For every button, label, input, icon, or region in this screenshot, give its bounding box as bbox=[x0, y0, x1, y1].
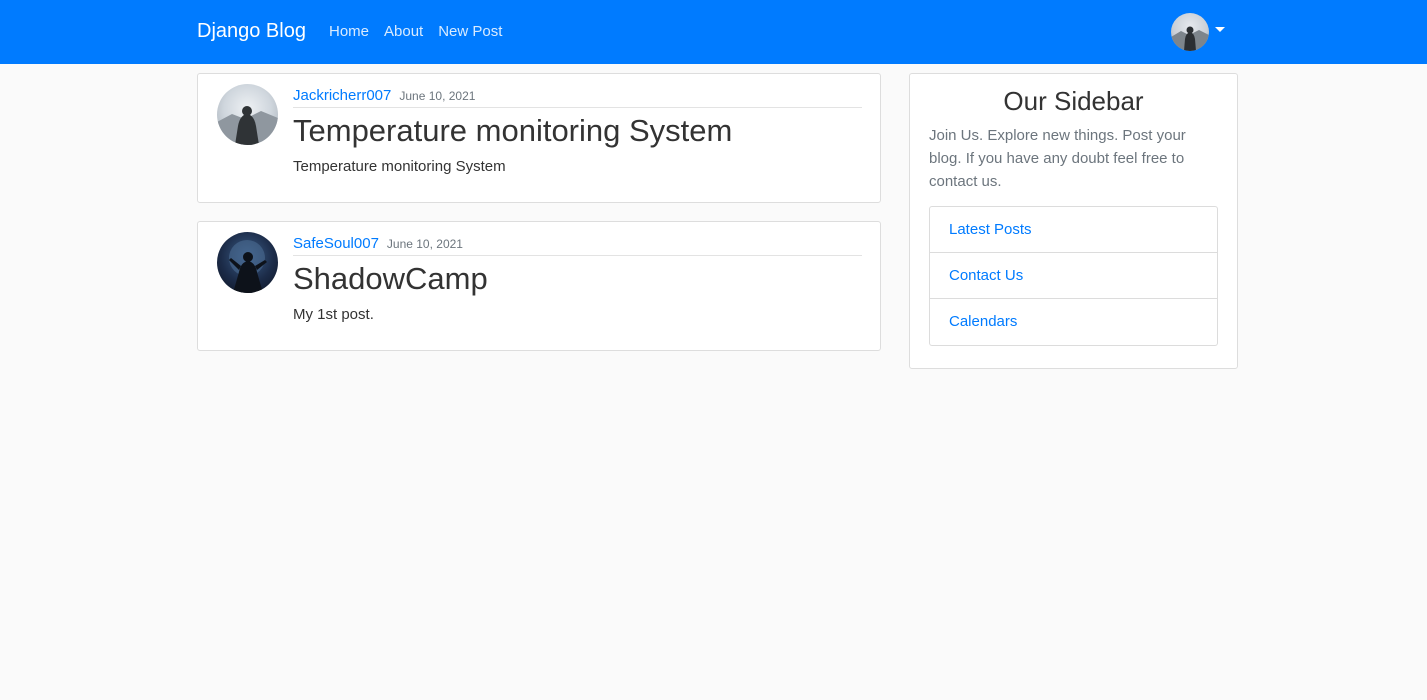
sidebar: Our Sidebar Join Us. Explore new things.… bbox=[909, 73, 1238, 369]
post-author-link[interactable]: SafeSoul007 bbox=[293, 235, 379, 252]
nav-about-link[interactable]: About bbox=[384, 22, 423, 42]
sidebar-links: Latest Posts Contact Us Calendars bbox=[929, 206, 1218, 346]
post-title[interactable]: Temperature monitoring System bbox=[293, 113, 732, 149]
nav-new-post-link[interactable]: New Post bbox=[438, 22, 502, 42]
sidebar-item-latest-posts[interactable]: Latest Posts bbox=[930, 207, 1217, 253]
post-meta: Jackricherr007 June 10, 2021 bbox=[293, 87, 862, 108]
post-card: Jackricherr007 June 10, 2021 Temperature … bbox=[197, 73, 881, 203]
nav-home-link[interactable]: Home bbox=[329, 22, 369, 42]
brand-link[interactable]: Django Blog bbox=[197, 19, 306, 43]
post-author-link[interactable]: Jackricherr007 bbox=[293, 87, 391, 104]
user-avatar-icon[interactable] bbox=[1171, 13, 1209, 51]
sidebar-item-contact-us[interactable]: Contact Us bbox=[930, 253, 1217, 299]
post-title[interactable]: ShadowCamp bbox=[293, 261, 488, 297]
sidebar-description: Join Us. Explore new things. Post your b… bbox=[929, 127, 1186, 190]
sidebar-item-calendars[interactable]: Calendars bbox=[930, 299, 1217, 345]
top-navbar: Django Blog Home About New Post bbox=[0, 0, 1427, 64]
author-avatar bbox=[217, 84, 278, 145]
author-avatar bbox=[217, 232, 278, 293]
post-card: SafeSoul007 June 10, 2021 ShadowCamp My 1… bbox=[197, 221, 881, 351]
sidebar-title: Our Sidebar bbox=[1003, 86, 1144, 116]
nav-links: Home About New Post bbox=[329, 22, 517, 42]
caret-down-icon[interactable] bbox=[1215, 26, 1225, 32]
post-content: My 1st post. bbox=[293, 306, 374, 323]
post-meta: SafeSoul007 June 10, 2021 bbox=[293, 235, 862, 256]
user-menu-toggle[interactable] bbox=[1171, 13, 1225, 51]
post-content: Temperature monitoring System bbox=[293, 158, 506, 175]
post-date: June 10, 2021 bbox=[386, 237, 463, 251]
post-date: June 10, 2021 bbox=[399, 89, 476, 103]
